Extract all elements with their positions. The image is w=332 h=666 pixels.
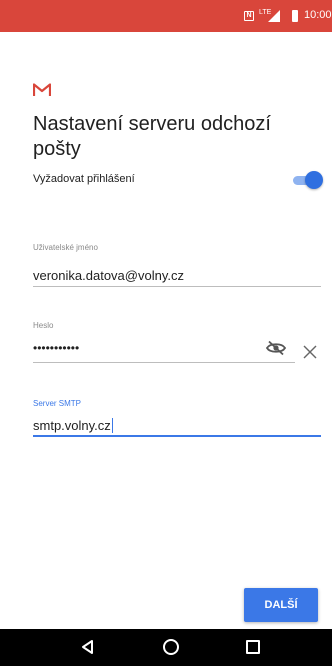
- require-login-label: Vyžadovat přihlášení: [33, 173, 135, 185]
- smtp-server-label: Server SMTP: [33, 399, 82, 408]
- status-bar: N LTE 10:00: [0, 0, 332, 32]
- page-title: Nastavení serveru odchozí pošty: [33, 113, 271, 160]
- require-login-toggle[interactable]: [291, 171, 323, 189]
- next-button[interactable]: DALŠÍ: [244, 588, 318, 622]
- recents-square-icon[interactable]: [246, 640, 260, 654]
- password-label: Heslo: [33, 321, 54, 330]
- text-cursor: [111, 418, 113, 433]
- smtp-server-field[interactable]: smtp.volny.cz: [33, 418, 113, 433]
- password-field[interactable]: •••••••••••: [33, 341, 79, 355]
- gmail-icon: [33, 83, 51, 96]
- status-time: 10:00: [304, 9, 332, 21]
- smtp-server-underline: [33, 435, 321, 437]
- battery-icon: [292, 10, 298, 22]
- username-field[interactable]: veronika.datova@volny.cz: [33, 268, 184, 283]
- nfc-icon: N: [244, 11, 254, 21]
- navigation-bar: [0, 629, 332, 666]
- toggle-thumb: [305, 171, 323, 189]
- username-label: Uživatelské jméno: [33, 243, 98, 252]
- password-underline: [33, 362, 295, 363]
- back-triangle-icon[interactable]: [80, 639, 96, 655]
- signal-icon: [268, 10, 280, 22]
- home-circle-icon[interactable]: [163, 639, 179, 655]
- close-icon[interactable]: [302, 344, 318, 360]
- smtp-server-value: smtp.volny.cz: [33, 418, 111, 433]
- eye-off-icon[interactable]: [266, 340, 286, 356]
- require-login-row: Vyžadovat přihlášení: [33, 170, 323, 190]
- username-underline: [33, 286, 321, 287]
